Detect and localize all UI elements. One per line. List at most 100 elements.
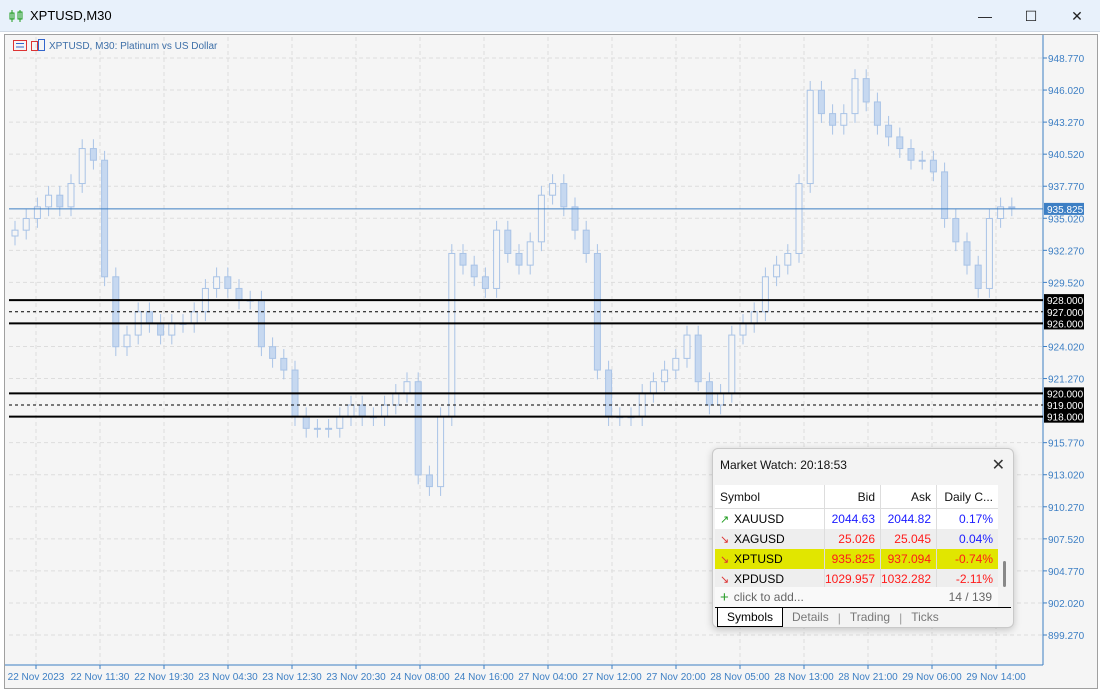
- bid-value: 25.026: [825, 529, 881, 549]
- x-tick-label: 28 Nov 05:00: [710, 672, 770, 683]
- candle: [526, 241, 534, 266]
- tab-ticks[interactable]: Ticks: [902, 608, 948, 627]
- candle: [795, 183, 803, 254]
- bid-value: 1029.957: [825, 569, 881, 589]
- chart-template-icon[interactable]: [31, 39, 45, 54]
- y-tick-label: 924.020: [1048, 343, 1085, 354]
- table-row[interactable]: ↗ XAUUSD 2044.63 2044.82 0.17%: [715, 509, 998, 529]
- x-tick-label: 24 Nov 08:00: [390, 672, 450, 683]
- y-tick-label: 948.770: [1048, 54, 1085, 65]
- minimize-button[interactable]: —: [962, 0, 1008, 32]
- y-tick-label: 935.020: [1048, 214, 1085, 225]
- candle: [761, 276, 769, 313]
- ask-value: 25.045: [881, 529, 937, 549]
- candle: [974, 264, 982, 289]
- candle: [549, 183, 557, 196]
- table-row[interactable]: ↘ XAGUSD 25.026 25.045 0.04%: [715, 529, 998, 549]
- scrollbar[interactable]: [1003, 561, 1006, 587]
- trend-down-icon: ↘: [720, 534, 730, 546]
- symbol-count: 14 / 139: [948, 590, 992, 604]
- candle: [89, 148, 97, 161]
- daily-change-value: -0.74%: [954, 552, 993, 566]
- current-price-label: 935.825: [1047, 205, 1084, 216]
- y-tick-label: 902.020: [1048, 599, 1085, 610]
- column-symbol[interactable]: Symbol: [715, 484, 825, 509]
- level-label: 927.000: [1047, 308, 1084, 319]
- column-bid[interactable]: Bid: [825, 484, 881, 509]
- y-tick-label: 907.520: [1048, 535, 1085, 546]
- bid-value: 2044.63: [825, 509, 881, 529]
- candle: [470, 264, 478, 278]
- candle: [157, 322, 165, 336]
- tab-symbols[interactable]: Symbols: [717, 608, 784, 627]
- candle: [437, 416, 445, 488]
- table-row[interactable]: ↘ XPTUSD 935.825 937.094 -0.74%: [715, 549, 998, 569]
- y-tick-label: 943.270: [1048, 118, 1085, 129]
- candle: [694, 334, 702, 383]
- x-tick-label: 23 Nov 04:30: [198, 672, 258, 683]
- candlestick-app-icon: [9, 9, 23, 22]
- column-daily-change[interactable]: Daily C...: [937, 485, 998, 509]
- candle: [773, 264, 781, 278]
- x-tick-label: 29 Nov 14:00: [966, 672, 1026, 683]
- trend-down-icon: ↘: [720, 554, 730, 566]
- candle: [817, 89, 825, 115]
- x-tick-label: 28 Nov 13:00: [774, 672, 834, 683]
- candle: [123, 334, 131, 348]
- candle: [213, 276, 221, 289]
- y-tick-label: 940.520: [1048, 150, 1085, 161]
- candle: [806, 89, 814, 185]
- candle: [145, 311, 153, 324]
- list-icon[interactable]: [13, 39, 27, 54]
- x-tick-label: 23 Nov 20:30: [326, 672, 386, 683]
- candle: [885, 124, 893, 138]
- candle: [45, 194, 53, 208]
- y-tick-label: 937.770: [1048, 182, 1085, 193]
- ask-value: 2044.82: [881, 509, 937, 529]
- tab-details[interactable]: Details: [783, 608, 838, 627]
- candle: [672, 357, 680, 371]
- ask-value: 1032.282: [881, 569, 937, 589]
- level-label: 926.000: [1047, 319, 1084, 330]
- candle: [929, 159, 937, 173]
- y-tick-label: 899.270: [1048, 631, 1085, 642]
- x-tick-label: 27 Nov 20:00: [646, 672, 706, 683]
- candle: [280, 357, 288, 371]
- candle: [504, 229, 512, 254]
- candle: [661, 369, 669, 383]
- x-tick-label: 22 Nov 19:30: [134, 672, 194, 683]
- symbol-name: XAGUSD: [734, 532, 785, 546]
- table-header: Symbol Bid Ask Daily C...: [715, 484, 998, 509]
- column-ask[interactable]: Ask: [881, 484, 937, 509]
- add-symbol-row[interactable]: + click to add... 14 / 139: [715, 587, 998, 607]
- level-label: 919.000: [1047, 401, 1084, 412]
- x-tick-label: 24 Nov 16:00: [454, 672, 514, 683]
- candle: [829, 113, 837, 126]
- level-label: 928.000: [1047, 296, 1084, 307]
- window-title: XPTUSD,M30: [30, 8, 112, 23]
- candle: [851, 78, 859, 115]
- candle: [56, 194, 64, 208]
- candle: [840, 113, 848, 126]
- table-row[interactable]: ↘ XPDUSD 1029.957 1032.282 -2.11%: [715, 569, 998, 589]
- candle: [493, 229, 501, 289]
- trend-up-icon: ↗: [720, 514, 730, 526]
- candle: [537, 194, 545, 243]
- tab-trading[interactable]: Trading: [841, 608, 899, 627]
- close-icon[interactable]: ✕: [992, 455, 1005, 475]
- maximize-button[interactable]: ☐: [1008, 0, 1054, 32]
- candle: [481, 276, 489, 289]
- symbol-name: XPTUSD: [734, 552, 783, 566]
- y-tick-label: 913.020: [1048, 471, 1085, 482]
- close-window-button[interactable]: ✕: [1054, 0, 1100, 32]
- candle: [907, 148, 915, 161]
- candle: [190, 311, 198, 324]
- x-tick-label: 29 Nov 06:00: [902, 672, 962, 683]
- candle: [392, 392, 400, 406]
- y-tick-label: 932.270: [1048, 246, 1085, 257]
- daily-change-value: 0.17%: [958, 512, 993, 526]
- candle: [717, 392, 725, 406]
- daily-change-value: 0.04%: [958, 532, 993, 546]
- candle: [862, 78, 870, 103]
- candle: [101, 159, 109, 278]
